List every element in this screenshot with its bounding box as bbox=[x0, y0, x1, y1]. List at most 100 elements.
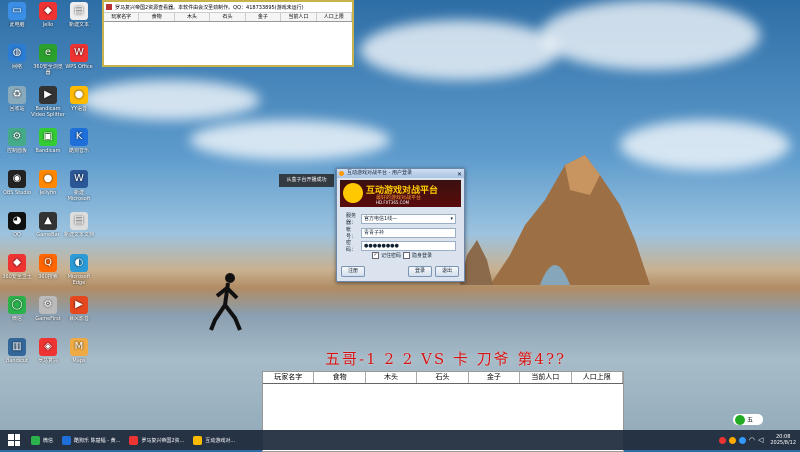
app-icon[interactable]: ▥ bbox=[8, 338, 26, 356]
ime-indicator[interactable]: 五 bbox=[733, 414, 763, 425]
tray-app-icon[interactable] bbox=[728, 436, 736, 444]
app-icon[interactable]: W bbox=[70, 170, 88, 188]
resource-viewer-window[interactable]: 罗马复兴帝国2资源查看器。本软件由会汉圣劲制作。QQ：418733895(游戏未… bbox=[102, 0, 354, 67]
account-input[interactable]: 青青子衿 bbox=[361, 228, 456, 238]
column-header[interactable]: 金子 bbox=[469, 372, 521, 383]
tray-app-icon[interactable] bbox=[718, 436, 726, 444]
column-header[interactable]: 金子 bbox=[246, 13, 282, 21]
taskbar-item[interactable]: 互动游戏对... bbox=[190, 432, 238, 448]
app-icon[interactable]: ▲ bbox=[39, 212, 57, 230]
register-button[interactable]: 注册 bbox=[341, 266, 365, 277]
tray-app-icon[interactable] bbox=[738, 436, 746, 444]
app-icon[interactable]: ◐ bbox=[70, 254, 88, 272]
desktop-icon[interactable]: ◕ QQ bbox=[0, 212, 34, 244]
app-icon[interactable]: ▤ bbox=[70, 212, 88, 230]
app-icon[interactable]: e bbox=[39, 44, 57, 62]
desktop-icon[interactable]: ▤ 新建文本 bbox=[62, 2, 96, 34]
column-header[interactable]: 木头 bbox=[175, 13, 211, 21]
app-icon[interactable]: M bbox=[70, 338, 88, 356]
column-header[interactable]: 人口上限 bbox=[572, 372, 623, 383]
column-header[interactable]: 当前人口 bbox=[520, 372, 572, 383]
app-icon[interactable]: ◆ bbox=[8, 254, 26, 272]
desktop-icon[interactable]: ▶ Bandicam Video Splitter bbox=[31, 86, 65, 118]
taskbar-item[interactable]: 罗马复兴帝国2资... bbox=[126, 432, 187, 448]
desktop-icon[interactable]: ◆ Jello bbox=[31, 2, 65, 34]
remember-password-checkbox[interactable]: ✓ 记住密码 bbox=[372, 252, 401, 259]
app-icon[interactable]: ♻ bbox=[8, 86, 26, 104]
login-button[interactable]: 登录 bbox=[408, 266, 432, 277]
checkbox-icon[interactable] bbox=[403, 252, 410, 259]
taskbar-items: 微信 酷狗乐 陈楚幅 - 黄... 罗马复兴帝国2资... 互动游戏对... bbox=[28, 432, 241, 448]
app-icon[interactable]: ● bbox=[39, 170, 57, 188]
desktop-icon[interactable]: ◯ 微信 bbox=[0, 296, 34, 328]
app-icon[interactable]: ▣ bbox=[39, 128, 57, 146]
desktop-icon[interactable]: ⚙ 控制面板 bbox=[0, 128, 34, 160]
desktop-icon[interactable]: e 360安全浏览器 bbox=[31, 44, 65, 76]
column-header[interactable]: 木头 bbox=[366, 372, 418, 383]
desktop-icon[interactable]: W 新建 Microsoft Word bbox=[62, 170, 96, 202]
taskbar-item[interactable]: 酷狗乐 陈楚幅 - 黄... bbox=[59, 432, 123, 448]
desktop-icon[interactable]: ▲ GameBar bbox=[31, 212, 65, 244]
server-select[interactable]: 官方电信1线— ▾ bbox=[361, 214, 456, 224]
desktop-icon[interactable]: ◉ OBS Studio bbox=[0, 170, 34, 202]
checkbox-checked-icon[interactable]: ✓ bbox=[372, 252, 379, 259]
app-icon[interactable]: ▭ bbox=[8, 2, 26, 20]
desktop-icon[interactable]: ▣ Bandicam bbox=[31, 128, 65, 160]
desktop-icon[interactable]: ♻ 回收站 bbox=[0, 86, 34, 118]
desktop-icon[interactable]: ● YY语音 bbox=[62, 86, 96, 118]
desktop-icon[interactable]: M Maps bbox=[62, 338, 96, 370]
app-icon[interactable]: ▤ bbox=[70, 2, 88, 20]
column-header[interactable]: 玩家名字 bbox=[104, 13, 140, 21]
column-header[interactable]: 玩家名字 bbox=[263, 372, 315, 383]
taskbar-item[interactable]: 微信 bbox=[28, 432, 56, 448]
desktop-icon[interactable]: ▥ Bandicut bbox=[0, 338, 34, 370]
app-icon[interactable]: ◕ bbox=[8, 212, 26, 230]
app-icon[interactable]: ◈ bbox=[39, 338, 57, 356]
app-icon[interactable]: ◯ bbox=[8, 296, 26, 314]
column-header[interactable]: 人口上限 bbox=[317, 13, 352, 21]
column-header[interactable]: 石头 bbox=[417, 372, 469, 383]
volume-icon[interactable]: ◁ bbox=[758, 436, 763, 444]
app-icon[interactable]: ◍ bbox=[8, 44, 26, 62]
column-header[interactable]: 当前人口 bbox=[281, 13, 317, 21]
desktop-icon[interactable]: W WPS Office bbox=[62, 44, 96, 76]
chevron-down-icon[interactable]: ▾ bbox=[450, 215, 453, 223]
taskbar: 微信 酷狗乐 陈楚幅 - 黄... 罗马复兴帝国2资... 互动游戏对... ◠ ◁ … bbox=[0, 430, 800, 450]
desktop-icon[interactable]: ▶ 暴风影音 bbox=[62, 296, 96, 328]
app-icon[interactable]: ▶ bbox=[39, 86, 57, 104]
password-input[interactable]: ●●●●●●●● bbox=[361, 241, 456, 251]
desktop-icon[interactable]: ▤ 新建文本文档 bbox=[62, 212, 96, 244]
app-icon[interactable]: W bbox=[70, 44, 88, 62]
hidden-login-checkbox[interactable]: 隐身登录 bbox=[403, 252, 432, 259]
server-value: 官方电信1线— bbox=[364, 216, 398, 222]
desktop-icon[interactable]: ● Jellyfin bbox=[31, 170, 65, 202]
app-icon[interactable]: K bbox=[70, 128, 88, 146]
desktop-icon[interactable]: ◈ 罗马复兴 bbox=[31, 338, 65, 370]
app-icon[interactable]: ▶ bbox=[70, 296, 88, 314]
desktop-icon[interactable]: ◐ Microsoft Edge bbox=[62, 254, 96, 286]
dialog-titlebar[interactable]: 互动游戏对战平台 - 用户登录 ✕ bbox=[337, 169, 464, 178]
window-titlebar[interactable]: 罗马复兴帝国2资源查看器。本软件由会汉圣劲制作。QQ：418733895(游戏未… bbox=[104, 2, 352, 13]
column-header[interactable]: 食物 bbox=[139, 13, 175, 21]
close-icon[interactable]: ✕ bbox=[457, 170, 462, 179]
desktop-icon-label: Bandicam bbox=[35, 148, 61, 154]
clock[interactable]: 20:08 2025/8/12 bbox=[770, 434, 796, 446]
desktop-icon[interactable]: ◍ 网络 bbox=[0, 44, 34, 76]
app-icon[interactable]: ◉ bbox=[8, 170, 26, 188]
desktop-icon[interactable]: K 酷狗音乐 bbox=[62, 128, 96, 160]
desktop-icon-label: 360安全浏览器 bbox=[33, 64, 63, 76]
desktop-icon[interactable]: ▭ 此电脑 bbox=[0, 2, 34, 34]
column-header[interactable]: 食物 bbox=[314, 372, 366, 383]
column-header[interactable]: 石头 bbox=[210, 13, 246, 21]
start-icon[interactable] bbox=[8, 434, 20, 446]
desktop-icon[interactable]: ◆ 360安全卫士 bbox=[0, 254, 34, 286]
network-icon[interactable]: ◠ bbox=[749, 436, 755, 444]
exit-button[interactable]: 退出 bbox=[435, 266, 459, 277]
desktop-icon[interactable]: ⚙ GameFirst bbox=[31, 296, 65, 328]
app-icon[interactable]: Q bbox=[39, 254, 57, 272]
app-icon[interactable]: ● bbox=[70, 86, 88, 104]
app-icon[interactable]: ⚙ bbox=[39, 296, 57, 314]
desktop-icon[interactable]: Q 360搜索 bbox=[31, 254, 65, 286]
app-icon[interactable]: ◆ bbox=[39, 2, 57, 20]
app-icon[interactable]: ⚙ bbox=[8, 128, 26, 146]
